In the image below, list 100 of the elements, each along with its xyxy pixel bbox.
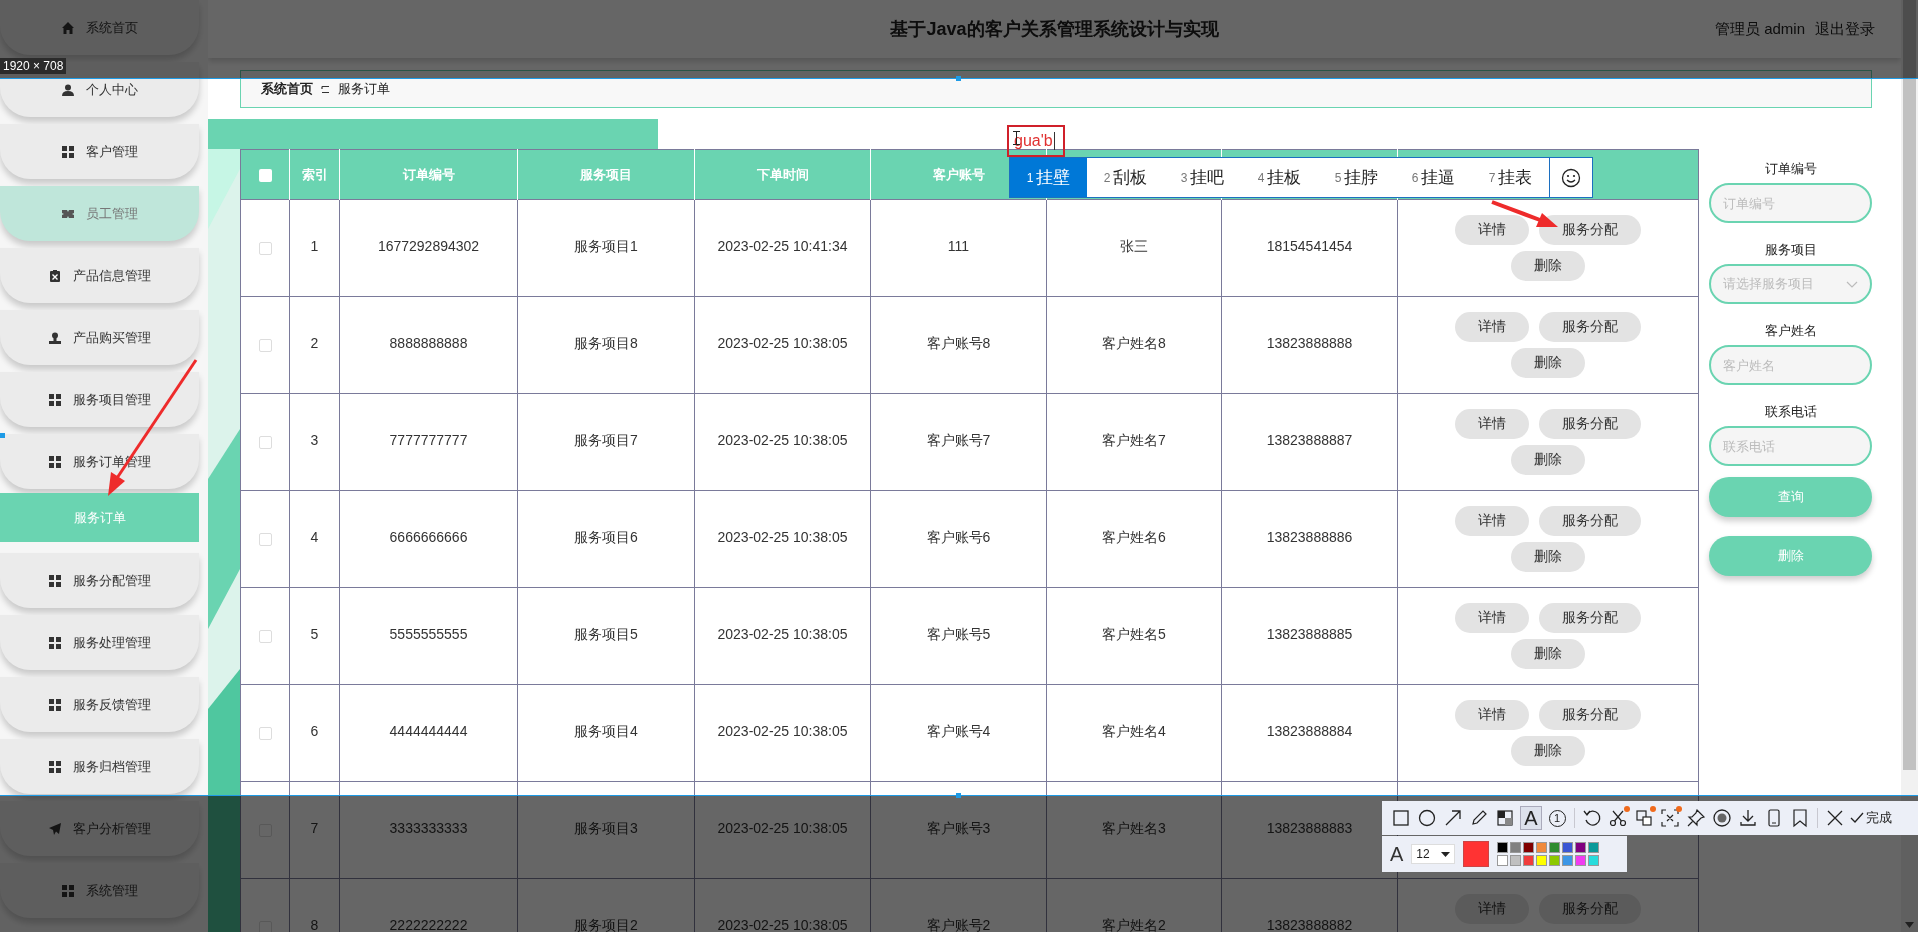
user-name: 管理员 admin — [1714, 19, 1805, 39]
row-checkbox[interactable] — [258, 241, 272, 255]
font-size-select[interactable]: 12 — [1411, 844, 1456, 864]
sidebar-item[interactable]: 服务反馈管理 — [0, 677, 199, 732]
color-swatch[interactable] — [1536, 855, 1548, 866]
resize-handle[interactable] — [956, 76, 961, 81]
row-checkbox[interactable] — [258, 338, 272, 352]
tool-button[interactable] — [1659, 806, 1681, 830]
assign-button[interactable]: 服务分配 — [1539, 700, 1641, 730]
row-checkbox[interactable] — [258, 532, 272, 546]
download-icon — [1738, 808, 1758, 828]
delete-button[interactable]: 删除 — [1511, 639, 1585, 669]
sidebar-item[interactable]: 客户管理 — [0, 124, 199, 179]
sidebar-item[interactable]: 产品购买管理 — [0, 310, 199, 365]
color-swatch[interactable] — [1510, 842, 1522, 853]
column-header: 服务项目 — [517, 149, 695, 200]
sidebar-item[interactable]: 服务归档管理 — [0, 739, 199, 794]
record-icon — [1712, 808, 1732, 828]
tool-button[interactable] — [1711, 806, 1733, 830]
color-swatch[interactable] — [1575, 842, 1587, 853]
delete-button[interactable]: 删除 — [1511, 445, 1585, 475]
details-button[interactable]: 详情 — [1455, 506, 1529, 536]
field-label: 联系电话 — [1763, 403, 1818, 420]
table-cell: 6666666666 — [339, 490, 518, 588]
table-cell: 2023-02-25 10:38:05 — [694, 296, 871, 394]
home-icon — [61, 21, 74, 34]
select-all-checkbox[interactable] — [258, 169, 272, 183]
pin-icon — [1686, 808, 1706, 828]
assign-button[interactable]: 服务分配 — [1539, 312, 1641, 342]
assign-button[interactable]: 服务分配 — [1539, 215, 1641, 245]
row-checkbox[interactable] — [258, 629, 272, 643]
sidebar-item[interactable]: 产品信息管理 — [0, 248, 199, 303]
table-cell: 2023-02-25 10:38:05 — [694, 684, 871, 782]
table-cell: 4 — [289, 490, 340, 588]
details-button[interactable]: 详情 — [1455, 215, 1529, 245]
details-button[interactable]: 详情 — [1455, 409, 1529, 439]
color-swatch[interactable] — [1588, 855, 1600, 866]
table-cell: 客户账号8 — [870, 296, 1047, 394]
assign-button[interactable]: 服务分配 — [1539, 409, 1641, 439]
color-swatch[interactable] — [1536, 842, 1548, 853]
delete-button[interactable]: 删除 — [1511, 251, 1585, 281]
color-swatch[interactable] — [1549, 842, 1561, 853]
details-button[interactable]: 详情 — [1455, 603, 1529, 633]
scroll-down-icon — [1905, 922, 1914, 928]
done-button[interactable]: 完成 — [1850, 809, 1892, 827]
table-cell: 2023-02-25 10:38:05 — [694, 393, 871, 491]
grid-icon — [61, 884, 74, 897]
table-cell: 服务项目4 — [517, 684, 695, 782]
color-swatch[interactable] — [1575, 855, 1587, 866]
ime-candidate[interactable]: 1 挂壁 — [1010, 158, 1087, 197]
tool-button[interactable]: A — [1520, 806, 1542, 830]
user-icon — [61, 83, 74, 96]
table-cell: 7 — [289, 781, 340, 879]
sidebar-item[interactable]: 服务分配管理 — [0, 553, 199, 608]
color-swatch[interactable] — [1523, 842, 1535, 853]
column-header: 索引 — [289, 149, 340, 200]
scan-icon — [1660, 808, 1680, 828]
delete-button[interactable]: 删除 — [1511, 348, 1585, 378]
page-title: 基于Java的客户关系管理系统设计与实现 — [890, 18, 1219, 41]
grid-icon — [48, 393, 61, 406]
delete-button[interactable]: 删除 — [1511, 736, 1585, 766]
separator-icon — [321, 84, 330, 94]
sidebar-item[interactable]: 服务处理管理 — [0, 615, 199, 670]
details-button[interactable]: 详情 — [1455, 700, 1529, 730]
resize-handle[interactable] — [956, 793, 961, 798]
color-swatch[interactable] — [1562, 855, 1574, 866]
color-swatch[interactable] — [1497, 855, 1509, 866]
color-swatch[interactable] — [1497, 842, 1509, 853]
color-swatch[interactable] — [1523, 855, 1535, 866]
table-cell: 2023-02-25 10:38:05 — [694, 781, 871, 879]
color-swatch[interactable] — [1588, 842, 1600, 853]
row-checkbox[interactable] — [258, 435, 272, 449]
scrollbar-thumb[interactable] — [1903, 0, 1916, 770]
color-swatch[interactable] — [1549, 855, 1561, 866]
table-cell: 2023-02-25 10:38:05 — [694, 587, 871, 685]
assign-button[interactable]: 服务分配 — [1539, 603, 1641, 633]
translate-icon — [1634, 808, 1654, 828]
ticket-icon — [61, 207, 74, 220]
table-cell: 2023-02-25 10:41:34 — [694, 199, 871, 297]
resize-handle[interactable] — [0, 433, 5, 438]
assign-button[interactable]: 服务分配 — [1539, 506, 1641, 536]
color-swatch[interactable] — [1562, 842, 1574, 853]
delete-button[interactable]: 删除 — [1511, 542, 1585, 572]
table-cell: 客户账号4 — [870, 684, 1047, 782]
grid-icon — [48, 698, 61, 711]
sidebar-item[interactable]: 服务项目管理 — [0, 372, 199, 427]
scissors-icon — [1608, 808, 1628, 828]
color-swatch[interactable] — [1510, 855, 1522, 866]
current-color-swatch[interactable] — [1463, 841, 1490, 867]
sidebar-item[interactable]: 员工管理 — [0, 186, 199, 241]
grid-icon — [48, 455, 61, 468]
details-button[interactable]: 详情 — [1455, 312, 1529, 342]
table-cell: 6 — [289, 684, 340, 782]
table-cell: 2023-02-25 10:38:05 — [694, 490, 871, 588]
table-cell: 客户姓名7 — [1046, 393, 1222, 491]
caret-icon — [1441, 851, 1451, 857]
breadcrumb-item[interactable]: 系统首页 — [261, 80, 313, 98]
breadcrumb-item[interactable]: 服务订单 — [338, 80, 390, 98]
row-checkbox[interactable] — [258, 726, 272, 740]
table-cell: 服务项目6 — [517, 490, 695, 588]
